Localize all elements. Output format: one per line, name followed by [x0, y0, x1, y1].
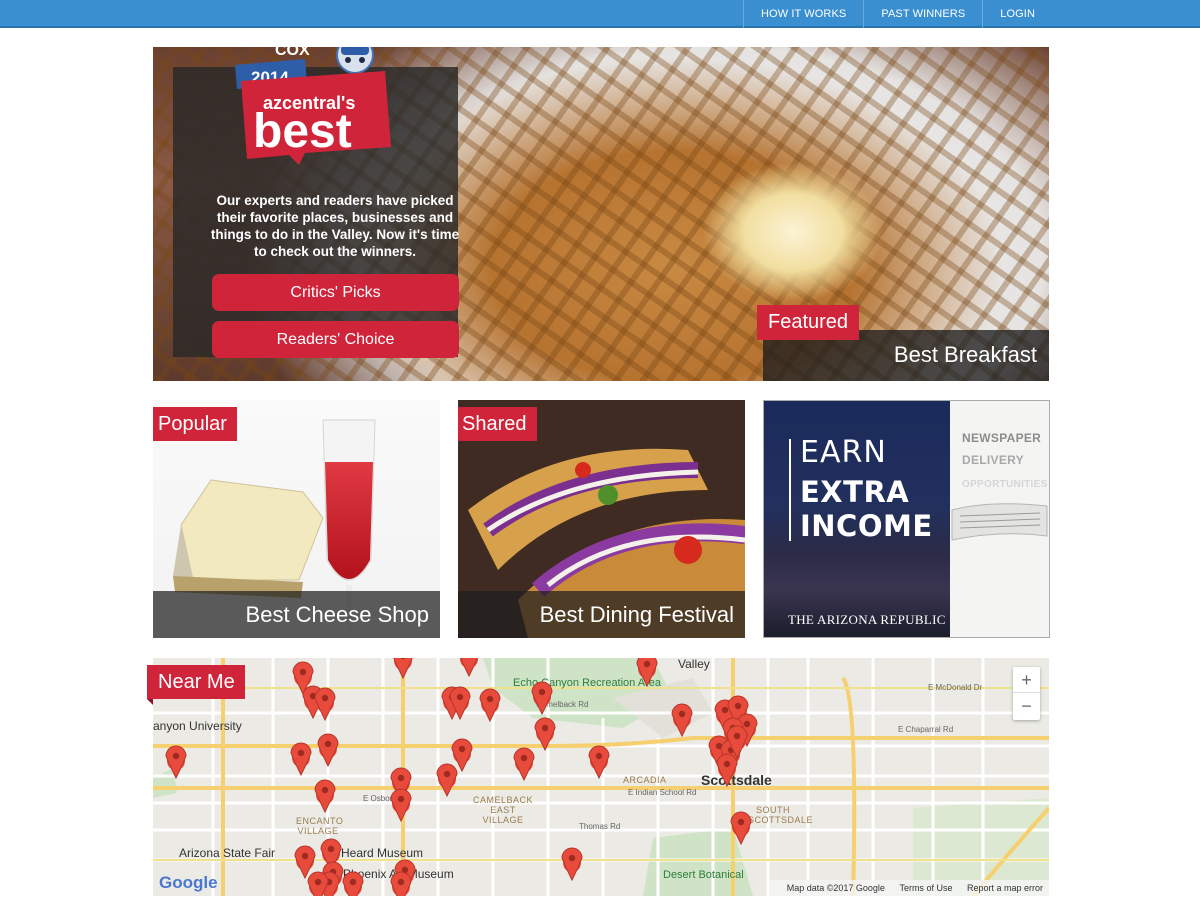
location-pin-group[interactable]	[165, 658, 758, 896]
top-nav: HOW IT WORKS PAST WINNERS LOGIN	[743, 0, 1200, 28]
azcentrals-best-logo[interactable]: COX 2014 azcentral's best	[235, 47, 395, 175]
map-data-credit: Map data ©2017 Google	[786, 883, 885, 893]
ad-earn-text: EARN	[800, 435, 887, 470]
nav-how-it-works[interactable]: HOW IT WORKS	[743, 0, 863, 28]
ad-newspaper-text: NEWSPAPER	[962, 431, 1042, 445]
logo-sponsor-text: COX	[275, 47, 310, 59]
featured-caption-title: Best Breakfast	[893, 342, 1037, 367]
map-terms-link[interactable]: Terms of Use	[899, 883, 952, 893]
popular-tag: Popular	[153, 407, 237, 441]
newspaper-icon	[951, 503, 1048, 541]
shared-tag: Shared	[458, 407, 537, 441]
ad-divider-bar	[789, 439, 791, 541]
card-best-cheese-shop[interactable]: Popular Best Cheese Shop	[153, 400, 440, 638]
newspaper-delivery-ad[interactable]: EARN EXTRA INCOME THE ARIZONA REPUBLIC N…	[763, 400, 1050, 638]
hero-intro-text: Our experts and readers have picked thei…	[210, 193, 460, 259]
map-attribution: Map data ©2017 Google Terms of Use Repor…	[768, 880, 1049, 896]
card-caption: Best Dining Festival	[458, 591, 745, 638]
nav-login[interactable]: LOGIN	[982, 0, 1200, 28]
nav-past-winners[interactable]: PAST WINNERS	[863, 0, 982, 28]
ad-extra-text: EXTRA	[800, 475, 910, 509]
ad-publisher-text: THE ARIZONA REPUBLIC	[788, 612, 946, 627]
ad-right-panel: NEWSPAPER DELIVERY OPPORTUNITIES	[950, 401, 1049, 637]
logo-brand-word: best	[253, 105, 352, 158]
featured-tag: Featured	[757, 305, 860, 340]
map-pins	[165, 658, 758, 896]
card-caption: Best Cheese Shop	[153, 591, 440, 638]
google-logo[interactable]: Google	[159, 873, 218, 893]
readers-choice-button[interactable]: Readers' Choice	[212, 321, 459, 358]
card-caption-title: Best Dining Festival	[539, 602, 734, 627]
zoom-out-button[interactable]: −	[1013, 693, 1040, 719]
map-zoom-controls: + −	[1013, 667, 1040, 720]
ad-delivery-text: DELIVERY	[962, 453, 1024, 467]
hero-featured-image[interactable]: Our experts and readers have picked thei…	[153, 47, 1049, 381]
card-caption-title: Best Cheese Shop	[245, 602, 429, 627]
ad-opportunities-text: OPPORTUNITIES	[962, 479, 1048, 490]
critics-picks-button[interactable]: Critics' Picks	[212, 274, 459, 311]
zoom-in-button[interactable]: +	[1013, 667, 1040, 693]
near-me-map[interactable]: Echo Canyon Recreation Area Valley anyon…	[153, 658, 1049, 896]
near-me-tag: Near Me	[147, 665, 245, 705]
map-report-error-link[interactable]: Report a map error	[967, 883, 1043, 893]
ad-left-panel: EARN EXTRA INCOME THE ARIZONA REPUBLIC	[764, 401, 950, 637]
ad-income-text: INCOME	[800, 509, 933, 543]
top-navigation-bar: HOW IT WORKS PAST WINNERS LOGIN	[0, 0, 1200, 28]
card-best-dining-festival[interactable]: Shared Best Dining Festival	[458, 400, 745, 638]
